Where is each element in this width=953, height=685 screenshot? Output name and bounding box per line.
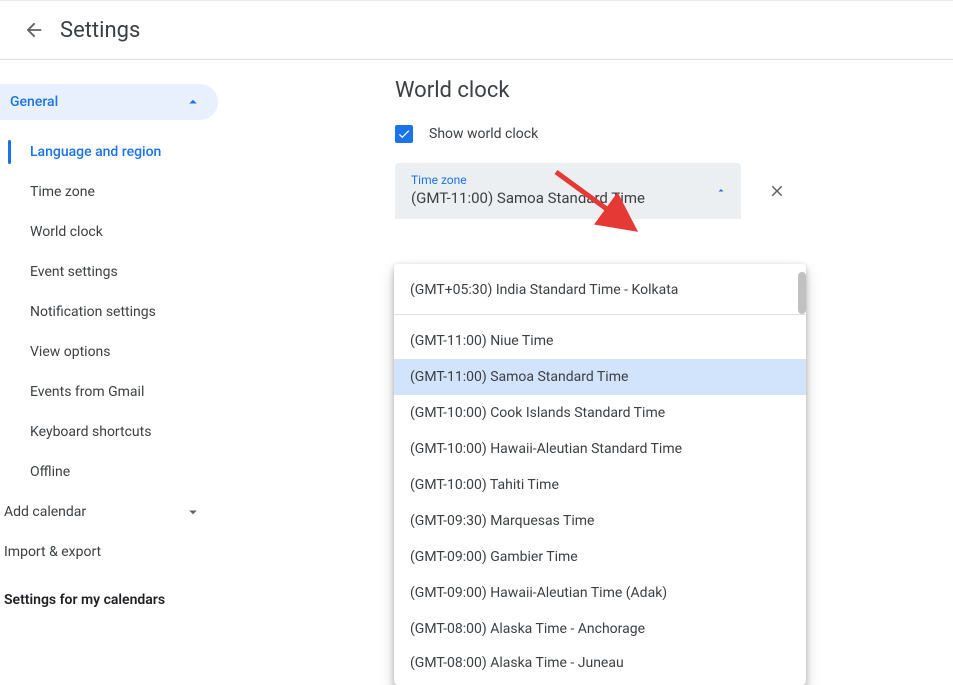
show-world-clock-label: Show world clock	[429, 126, 538, 142]
sidebar-item-label: Event settings	[30, 264, 118, 280]
option-label: (GMT-11:00) Samoa Standard Time	[410, 369, 628, 385]
time-zone-option[interactable]: (GMT-10:00) Tahiti Time	[394, 467, 806, 503]
sidebar-group-label: General	[10, 94, 58, 110]
section-title: World clock	[395, 78, 953, 103]
time-zone-option[interactable]: (GMT-08:00) Alaska Time - Anchorage	[394, 611, 806, 647]
show-world-clock-row: Show world clock	[395, 125, 953, 143]
sidebar-section-import-export[interactable]: Import & export	[0, 532, 218, 572]
sidebar-section-label: Import & export	[4, 544, 101, 560]
time-zone-option[interactable]: (GMT-09:00) Hawaii-Aleutian Time (Adak)	[394, 575, 806, 611]
clear-time-zone-button[interactable]	[759, 173, 795, 209]
page-title: Settings	[60, 18, 140, 43]
sidebar-item-language-and-region[interactable]: Language and region	[4, 132, 240, 172]
sidebar-item-time-zone[interactable]: Time zone	[4, 172, 240, 212]
sidebar-item-label: Offline	[30, 464, 70, 480]
time-zone-option[interactable]: (GMT-11:00) Niue Time	[394, 323, 806, 359]
option-label: (GMT+05:30) India Standard Time - Kolkat…	[410, 282, 678, 298]
sidebar-item-event-settings[interactable]: Event settings	[4, 252, 240, 292]
sidebar-item-label: View options	[30, 344, 111, 360]
option-label: (GMT-10:00) Tahiti Time	[410, 477, 559, 493]
sidebar-item-label: Notification settings	[30, 304, 156, 320]
sidebar-item-view-options[interactable]: View options	[4, 332, 240, 372]
main-content: World clock Show world clock Time zone (…	[240, 60, 953, 608]
sidebar-section-add-calendar[interactable]: Add calendar	[0, 492, 218, 532]
option-label: (GMT-08:00) Alaska Time - Anchorage	[410, 621, 645, 637]
time-zone-option[interactable]: (GMT-09:30) Marquesas Time	[394, 503, 806, 539]
dropdown-separator	[394, 314, 806, 315]
caret-up-icon	[715, 182, 727, 201]
sidebar-item-keyboard-shortcuts[interactable]: Keyboard shortcuts	[4, 412, 240, 452]
time-zone-dropdown: (GMT+05:30) India Standard Time - Kolkat…	[394, 264, 806, 685]
time-zone-option-recent[interactable]: (GMT+05:30) India Standard Time - Kolkat…	[394, 272, 806, 308]
option-label: (GMT-10:00) Hawaii-Aleutian Standard Tim…	[410, 441, 682, 457]
sidebar-item-label: Time zone	[30, 184, 95, 200]
sidebar: General Language and region Time zone Wo…	[0, 60, 240, 608]
close-icon	[768, 182, 786, 200]
sidebar-item-offline[interactable]: Offline	[4, 452, 240, 492]
arrow-left-icon	[23, 19, 45, 41]
sidebar-item-label: Events from Gmail	[30, 384, 144, 400]
show-world-clock-checkbox[interactable]	[395, 125, 413, 143]
option-label: (GMT-09:00) Hawaii-Aleutian Time (Adak)	[410, 585, 667, 601]
sidebar-item-label: World clock	[30, 224, 103, 240]
sidebar-heading-my-calendars: Settings for my calendars	[0, 572, 240, 608]
option-label: (GMT-09:30) Marquesas Time	[410, 513, 594, 529]
time-zone-option[interactable]: (GMT-08:00) Alaska Time - Juneau	[394, 647, 806, 677]
chevron-down-icon	[184, 503, 202, 521]
time-zone-float-label: Time zone	[411, 173, 729, 187]
dropdown-scrollbar[interactable]	[798, 272, 806, 314]
time-zone-option[interactable]: (GMT-10:00) Cook Islands Standard Time	[394, 395, 806, 431]
chevron-up-icon	[184, 93, 202, 111]
time-zone-select[interactable]: Time zone (GMT-11:00) Samoa Standard Tim…	[395, 163, 741, 219]
time-zone-value: (GMT-11:00) Samoa Standard Time	[411, 188, 729, 209]
option-label: (GMT-11:00) Niue Time	[410, 333, 553, 349]
time-zone-row: Time zone (GMT-11:00) Samoa Standard Tim…	[395, 163, 953, 219]
check-icon	[397, 127, 411, 141]
back-button[interactable]	[14, 10, 54, 50]
sidebar-item-notification-settings[interactable]: Notification settings	[4, 292, 240, 332]
time-zone-option[interactable]: (GMT-09:00) Gambier Time	[394, 539, 806, 575]
sidebar-item-label: Keyboard shortcuts	[30, 424, 151, 440]
time-zone-option[interactable]: (GMT-10:00) Hawaii-Aleutian Standard Tim…	[394, 431, 806, 467]
sidebar-item-world-clock[interactable]: World clock	[4, 212, 240, 252]
sidebar-item-events-from-gmail[interactable]: Events from Gmail	[4, 372, 240, 412]
sidebar-item-label: Language and region	[30, 144, 161, 160]
time-zone-option[interactable]: (GMT-11:00) Samoa Standard Time	[394, 359, 806, 395]
option-label: (GMT-10:00) Cook Islands Standard Time	[410, 405, 665, 421]
top-bar: Settings	[0, 0, 953, 60]
sidebar-group-general[interactable]: General	[0, 84, 218, 120]
option-label: (GMT-09:00) Gambier Time	[410, 549, 578, 565]
option-label: (GMT-08:00) Alaska Time - Juneau	[410, 655, 624, 671]
sidebar-section-label: Add calendar	[4, 504, 86, 520]
